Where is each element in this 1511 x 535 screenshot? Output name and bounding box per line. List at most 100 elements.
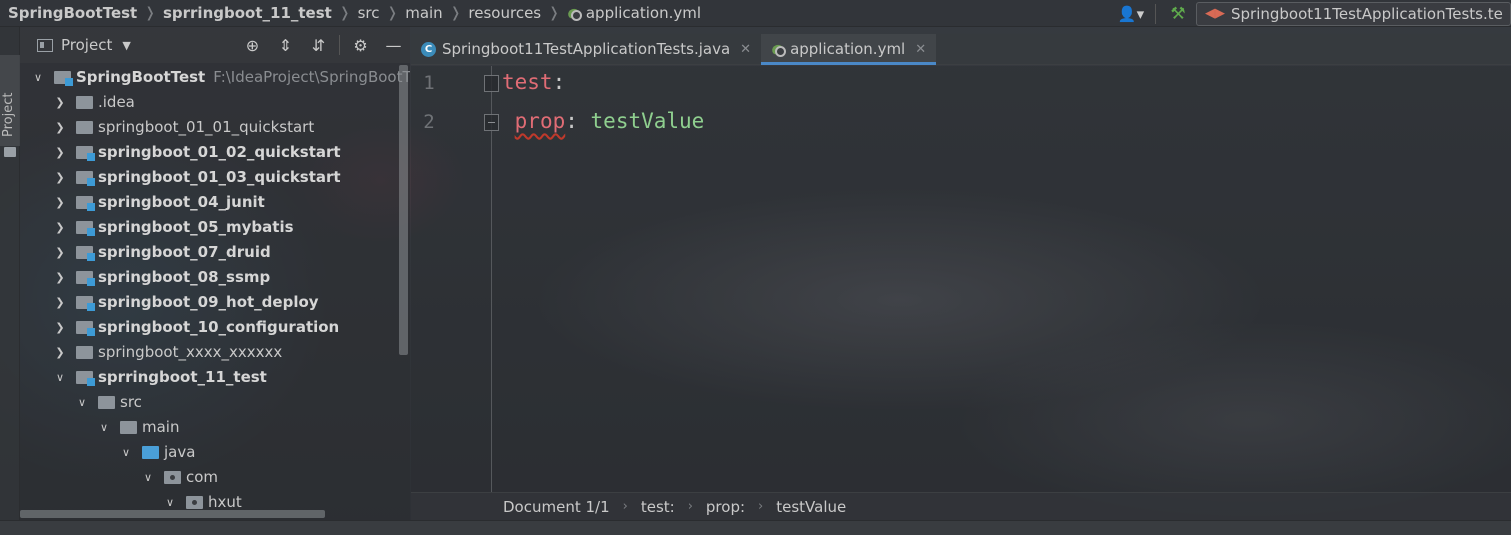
tree-node[interactable]: ❯ springboot_01_03_quickstart [20, 165, 410, 190]
breadcrumb-item[interactable]: src [358, 4, 380, 22]
tree-node[interactable]: ❯ springboot_xxxx_xxxxxx [20, 340, 410, 365]
folder-icon [76, 296, 95, 311]
horizontal-scrollbar[interactable] [20, 510, 325, 518]
tree-node-label: springboot_01_01_quickstart [98, 118, 314, 136]
chevron-down-icon[interactable]: ∨ [32, 71, 44, 84]
chevron-right-icon[interactable]: ❯ [54, 271, 66, 284]
project-panel: Project ▼ ⊕ ⇕ ⇵ ⚙ — ∨ SpringBootTest F:\Id… [20, 27, 410, 520]
tree-node[interactable]: ❯ springboot_07_druid [20, 240, 410, 265]
gear-icon[interactable]: ⚙ [344, 36, 377, 55]
chevron-right-icon: ❭ [386, 5, 399, 21]
tree-node[interactable]: ❯ springboot_10_configuration [20, 315, 410, 340]
tree-node[interactable]: ❯ .idea [20, 90, 410, 115]
locate-file-icon[interactable]: ⊕ [236, 36, 269, 55]
yml-file-icon [567, 6, 582, 21]
chevron-right-icon[interactable]: ❯ [54, 221, 66, 234]
chevron-down-icon[interactable]: ∨ [76, 396, 88, 409]
folder-icon [76, 121, 93, 134]
tree-node[interactable]: ∨ java [20, 440, 410, 465]
folder-icon [76, 221, 95, 236]
tree-node-name: java [164, 443, 196, 461]
tree-node[interactable]: ❯ springboot_04_junit [20, 190, 410, 215]
chevron-right-icon[interactable]: ❯ [54, 296, 66, 309]
chevron-right-icon[interactable]: ❯ [54, 196, 66, 209]
tree-node-label: springboot_xxxx_xxxxxx [98, 343, 282, 361]
tree-node[interactable]: ❯ springboot_01_01_quickstart [20, 115, 410, 140]
close-icon[interactable]: ✕ [740, 42, 751, 57]
chevron-down-icon[interactable]: ∨ [164, 496, 176, 509]
line-number: 1 [423, 72, 435, 94]
chevron-down-icon[interactable]: ▼ [122, 39, 130, 52]
code-line[interactable]: prop: testValue [502, 109, 705, 133]
code-line[interactable]: test: [502, 70, 565, 94]
breadcrumb: SpringBootTest ❭ sprringboot_11_test ❭ src ❭ m… [0, 4, 701, 22]
tree-node[interactable]: ❯ springboot_09_hot_deploy [20, 290, 410, 315]
vertical-scrollbar[interactable] [399, 65, 408, 355]
folder-icon [4, 147, 16, 157]
collapse-all-icon[interactable]: ⇵ [302, 36, 335, 55]
folder-icon [76, 171, 95, 186]
tree-node[interactable]: ∨ SpringBootTest F:\IdeaProject\SpringBoot… [20, 65, 410, 90]
tree-node-name: springboot_10_configuration [98, 318, 340, 336]
line-number-gutter: 12 [411, 66, 499, 492]
chevron-right-icon[interactable]: ❯ [54, 96, 66, 109]
tree-node[interactable]: ❯ springboot_01_02_quickstart [20, 140, 410, 165]
breadcrumb-item[interactable]: application.yml [586, 4, 701, 22]
code-editor[interactable]: 12 test: prop: testValue [411, 66, 1511, 492]
chevron-right-icon[interactable]: ❯ [54, 246, 66, 259]
chevron-right-icon: ❭ [548, 5, 560, 21]
project-panel-title[interactable]: Project [61, 36, 112, 54]
editor-breadcrumb-item[interactable]: prop: [706, 498, 745, 516]
navigation-bar: SpringBootTest ❭ sprringboot_11_test ❭ src ❭ m… [0, 0, 1511, 27]
breadcrumb-item[interactable]: main [405, 4, 442, 22]
tree-node[interactable]: ❯ springboot_08_ssmp [20, 265, 410, 290]
expand-all-icon[interactable]: ⇕ [269, 36, 302, 55]
breadcrumb-item[interactable]: SpringBootTest [8, 4, 137, 22]
chevron-right-icon[interactable]: ❯ [54, 346, 66, 359]
tree-node-name: springboot_09_hot_deploy [98, 293, 319, 311]
tree-node-name: springboot_08_ssmp [98, 268, 271, 286]
tree-node[interactable]: ∨ sprringboot_11_test [20, 365, 410, 390]
tree-node-name: .idea [98, 93, 135, 111]
chevron-right-icon: ❭ [449, 5, 462, 21]
fold-marker-icon[interactable] [484, 114, 499, 131]
chevron-right-icon[interactable]: ❯ [54, 121, 66, 134]
editor-tab[interactable]: application.yml ✕ [761, 34, 937, 65]
tree-node-path: F:\IdeaProject\SpringBootTest [213, 68, 410, 86]
tree-node-label: springboot_05_mybatis [98, 218, 294, 236]
chevron-down-icon[interactable]: ∨ [142, 471, 154, 484]
tree-node[interactable]: ∨ main [20, 415, 410, 440]
tree-node-label: src [120, 393, 142, 411]
chevron-right-icon: ❭ [144, 5, 156, 21]
chevron-right-icon[interactable]: ❯ [54, 321, 66, 334]
run-configuration-selector[interactable]: ◀▶ Springboot11TestApplicationTests.te [1196, 1, 1511, 26]
tree-node[interactable]: ∨ src [20, 390, 410, 415]
chevron-right-icon[interactable]: ❯ [54, 171, 66, 184]
yaml-key: test [502, 70, 553, 94]
build-hammer-icon[interactable]: ⚒ [1160, 4, 1196, 24]
class-icon: C [421, 41, 436, 57]
editor-breadcrumb-item[interactable]: test: [641, 498, 675, 516]
tree-node[interactable]: ∨ com [20, 465, 410, 490]
chevron-down-icon[interactable]: ∨ [98, 421, 110, 434]
chevron-down-icon[interactable]: ∨ [120, 446, 132, 459]
hide-panel-icon[interactable]: — [377, 36, 410, 55]
fold-marker-icon[interactable] [484, 75, 499, 92]
tree-node-label: springboot_10_configuration [98, 318, 339, 336]
project-tree: ∨ SpringBootTest F:\IdeaProject\SpringBoot… [20, 65, 410, 515]
editor-tab[interactable]: C Springboot11TestApplicationTests.java ✕ [411, 34, 761, 64]
status-bar [0, 520, 1511, 535]
close-icon[interactable]: ✕ [915, 42, 926, 57]
project-panel-tools: ⊕ ⇕ ⇵ ⚙ — [236, 27, 410, 63]
editor-breadcrumb-item[interactable]: Document 1/1 [503, 498, 610, 516]
chevron-right-icon: ❭ [338, 5, 351, 21]
project-tool-tab[interactable]: Project [0, 55, 20, 157]
chevron-down-icon[interactable]: ∨ [54, 371, 66, 384]
chevron-right-icon[interactable]: ❯ [54, 146, 66, 159]
tree-node[interactable]: ❯ springboot_05_mybatis [20, 215, 410, 240]
editor-breadcrumb-item[interactable]: testValue [776, 498, 846, 516]
user-icon[interactable]: 👤▾ [1111, 5, 1151, 23]
breadcrumb-item[interactable]: sprringboot_11_test [163, 4, 332, 22]
breadcrumb-item[interactable]: resources [468, 4, 541, 22]
